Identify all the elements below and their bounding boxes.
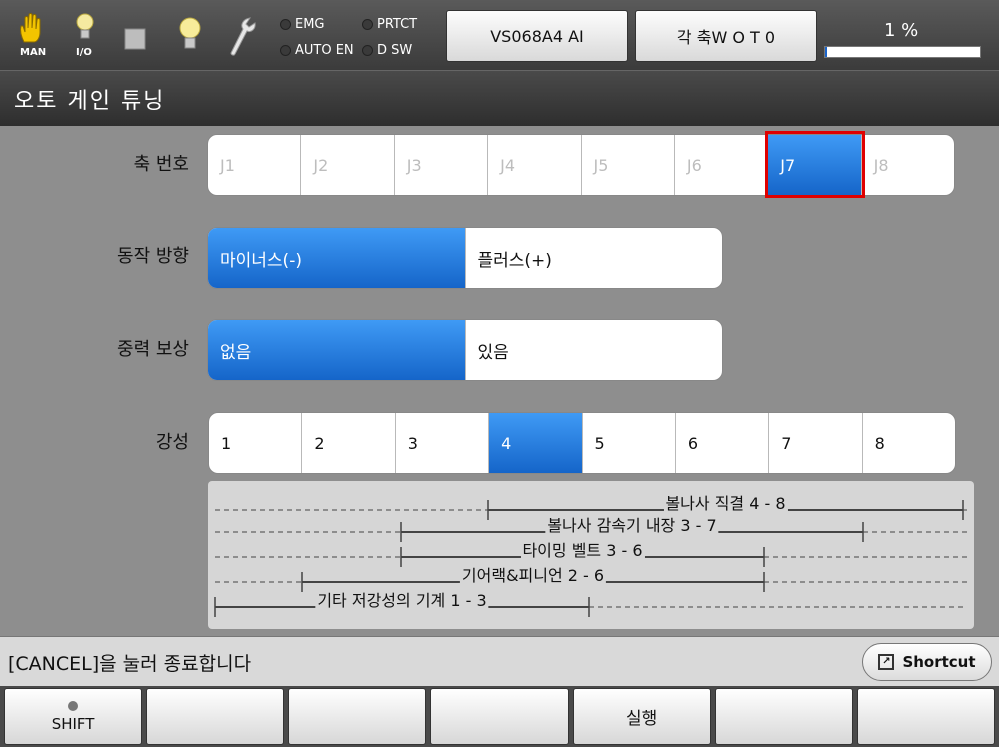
prtct-led: [362, 19, 373, 30]
emg-led: [280, 19, 291, 30]
io-label: I/O: [76, 47, 92, 58]
stiffness-option-5[interactable]: 5: [583, 413, 676, 473]
fkey-1-shift[interactable]: SHIFT: [4, 688, 143, 745]
stiffness-selector: 12345678: [208, 412, 956, 474]
axis-mode-button[interactable]: 각 축W O T 0: [635, 10, 817, 62]
auto-en-indicator: AUTO EN: [280, 43, 354, 58]
guide-range-label-1: 볼나사 직결 4 - 8: [663, 490, 788, 514]
stop-square-icon[interactable]: [124, 28, 146, 54]
fkey-7[interactable]: [856, 688, 995, 745]
direction-row-label: 동작 방향: [117, 246, 189, 267]
speed-progress-bar: [824, 46, 981, 58]
axis-option-5[interactable]: J5: [582, 135, 675, 195]
stiffness-guide: 볼나사 직결 4 - 8 볼나사 감속기 내장 3 - 7 타이밍 벨트 3 - 6…: [208, 481, 974, 629]
bulb-io-icon[interactable]: [75, 12, 95, 46]
guide-range-label-5: 기타 저강성의 기계 1 - 3: [315, 587, 489, 611]
prtct-indicator: PRTCT: [362, 17, 417, 32]
stiffness-option-6[interactable]: 6: [676, 413, 770, 473]
main-panel: 축 번호 J1 J2 J3 J4 J5 J6 J7 J8 동작 방향 마이너스(-) 플러스(+…: [0, 126, 999, 636]
wrench-icon[interactable]: [228, 16, 258, 62]
title-bar: 오토 게인 튜닝: [0, 70, 999, 126]
guide-range-label-3: 타이밍 벨트 3 - 6: [520, 537, 645, 561]
direction-selector: 마이너스(-) 플러스(+): [207, 227, 723, 289]
axis-option-3[interactable]: J3: [395, 135, 489, 195]
axis-option-1[interactable]: J1: [208, 135, 302, 195]
status-bar: [CANCEL]을 눌러 종료합니다 ↗ Shortcut: [0, 636, 999, 686]
top-status-bar: MAN I/O EMG PRTCT AUTO EN D SW VS068A4 A…: [0, 0, 999, 70]
speed-progress-fill: [825, 47, 828, 57]
gravity-option-1[interactable]: 없음: [208, 320, 466, 380]
fkey-4[interactable]: [430, 688, 569, 745]
guide-range-label-4: 기어랙&피니언 2 - 6: [459, 562, 607, 586]
stiffness-row-label: 강성: [155, 432, 189, 453]
gravity-row-label: 중력 보상: [117, 339, 189, 360]
axis-option-8[interactable]: J8: [862, 135, 954, 195]
stiffness-option-2[interactable]: 2: [302, 413, 396, 473]
fkey-2[interactable]: [146, 688, 285, 745]
auto-en-label: AUTO EN: [295, 43, 354, 58]
status-message: [CANCEL]을 눌러 종료합니다: [8, 653, 252, 675]
axis-option-4[interactable]: J4: [488, 135, 582, 195]
gravity-option-2[interactable]: 있음: [466, 320, 723, 380]
robot-model-button[interactable]: VS068A4 AI: [446, 10, 628, 62]
dsw-indicator: D SW: [362, 43, 412, 58]
axis-row-label: 축 번호: [133, 154, 189, 175]
fkey-5-execute[interactable]: 실행: [572, 688, 711, 745]
shortcut-button[interactable]: ↗ Shortcut: [862, 643, 992, 681]
fkey-6[interactable]: [714, 688, 853, 745]
stiffness-option-4[interactable]: 4: [489, 413, 583, 473]
emg-indicator: EMG: [280, 17, 325, 32]
direction-option-2[interactable]: 플러스(+): [466, 228, 723, 288]
dsw-label: D SW: [377, 43, 413, 58]
shift-led-icon: [68, 700, 79, 711]
speed-percent-text: 1 %: [884, 20, 919, 41]
bulb-icon[interactable]: [178, 16, 202, 56]
hand-icon[interactable]: [18, 12, 46, 48]
stiffness-option-3[interactable]: 3: [396, 413, 490, 473]
gravity-selector: 없음 있음: [207, 319, 723, 381]
man-label: MAN: [20, 47, 47, 58]
stiffness-option-8[interactable]: 8: [863, 413, 955, 473]
fkey-3[interactable]: [288, 688, 427, 745]
fkey-5-label: 실행: [625, 709, 658, 729]
shortcut-label: Shortcut: [902, 653, 976, 671]
direction-option-1[interactable]: 마이너스(-): [208, 228, 466, 288]
shortcut-icon: ↗: [878, 654, 895, 670]
axis-option-7[interactable]: J7: [768, 135, 862, 195]
axis-option-6[interactable]: J6: [675, 135, 769, 195]
prtct-label: PRTCT: [377, 17, 418, 32]
stiffness-option-1[interactable]: 1: [209, 413, 303, 473]
fkey-1-label: SHIFT: [51, 714, 95, 733]
guide-range-label-2: 볼나사 감속기 내장 3 - 7: [545, 512, 719, 536]
auto-en-led: [280, 45, 291, 56]
page-title: 오토 게인 튜닝: [14, 89, 166, 114]
stiffness-option-7[interactable]: 7: [769, 413, 863, 473]
function-key-bar: SHIFT 실행: [0, 686, 999, 747]
emg-label: EMG: [295, 17, 325, 32]
dsw-led: [362, 45, 373, 56]
axis-selector: J1 J2 J3 J4 J5 J6 J7 J8: [207, 134, 955, 196]
axis-option-2[interactable]: J2: [301, 135, 395, 195]
